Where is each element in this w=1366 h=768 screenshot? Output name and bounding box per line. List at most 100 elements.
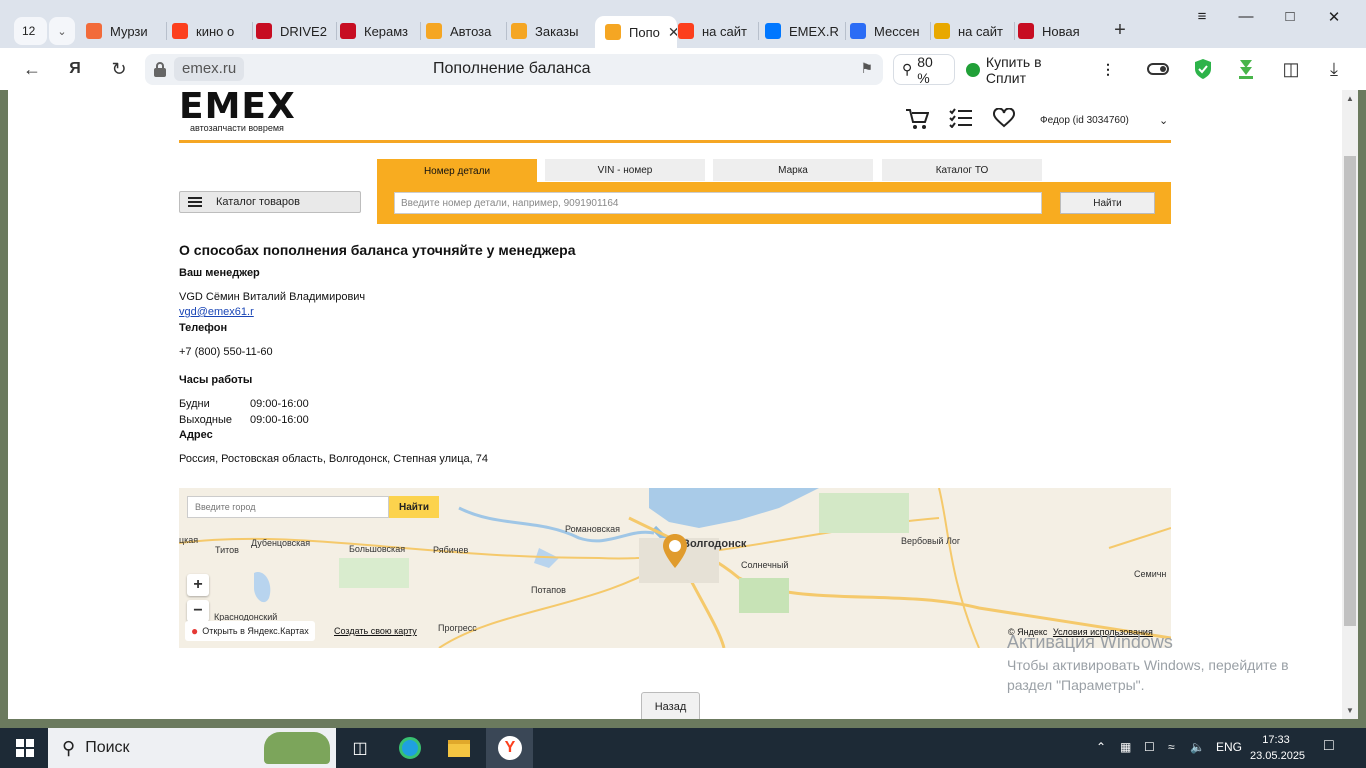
windows-taskbar: ⚲ Поиск ◫ Y ⌃ ▦ ☐ ≈ 🔈 ENG 17:33 23.05.20… — [0, 728, 1366, 768]
yandex-icon — [172, 23, 188, 39]
browser-tab[interactable]: EMEX.R — [765, 17, 841, 45]
tab-brand[interactable]: Марка — [713, 159, 873, 181]
page-heading: О способах пополнения баланса уточняйте … — [179, 242, 576, 258]
browser-tab[interactable]: Попо✕ — [595, 16, 677, 48]
zoom-out-button[interactable]: − — [187, 600, 209, 622]
tab-count: 12 — [22, 24, 35, 38]
maximize-icon[interactable]: □ — [1280, 8, 1300, 25]
browser-tab[interactable]: на сайт — [678, 17, 754, 45]
bookmark-icon[interactable]: ⚑ — [860, 60, 873, 77]
close-window-icon[interactable]: ✕ — [1324, 8, 1344, 26]
zoom-in-button[interactable]: + — [187, 574, 209, 596]
scroll-up-icon[interactable]: ▲ — [1346, 94, 1354, 103]
browser-tab[interactable]: на сайт — [934, 17, 1010, 45]
browser-tab[interactable]: кино о — [172, 17, 248, 45]
network-icon[interactable]: ▦ — [1120, 740, 1131, 754]
user-name[interactable]: Федор (id 3034760) — [1040, 115, 1129, 126]
wifi-icon[interactable]: ≈ — [1168, 740, 1175, 754]
emex-logo[interactable]: EMEX автозапчасти вовремя — [179, 90, 296, 133]
file-explorer-icon[interactable] — [447, 736, 471, 760]
address-bar[interactable]: emex.ru Пополнение баланса ⚑ — [145, 54, 883, 85]
emex-icon — [605, 24, 621, 40]
phone-number: +7 (800) 550-11-60 — [179, 346, 273, 358]
download-manager-icon[interactable] — [1233, 56, 1259, 82]
back-arrow-icon[interactable]: ← — [19, 56, 45, 82]
browser-tab-label: Керамз — [364, 24, 408, 39]
zoom-button[interactable]: ⚲ 80 % — [893, 54, 955, 85]
scroll-down-icon[interactable]: ▼ — [1346, 706, 1354, 715]
scroll-thumb[interactable] — [1344, 156, 1356, 626]
task-view-icon[interactable]: ◫ — [348, 736, 372, 760]
zoom-level: 80 % — [917, 54, 946, 86]
volume-icon[interactable]: 🔈 — [1190, 740, 1205, 754]
browser-tab[interactable]: Новая — [1018, 17, 1094, 45]
drive2-icon — [256, 23, 272, 39]
emex-icon — [426, 23, 442, 39]
hotel-icon — [86, 23, 102, 39]
back-button[interactable]: Назад — [641, 692, 700, 719]
search-button[interactable]: Найти — [1060, 192, 1155, 214]
taskbar-clock[interactable]: 17:33 23.05.2025 — [1250, 732, 1302, 764]
cart-icon[interactable] — [905, 108, 929, 136]
toggle-icon[interactable] — [1145, 56, 1171, 82]
taskbar-search[interactable]: ⚲ Поиск — [48, 728, 336, 768]
page-viewport: EMEX автозапчасти вовремя Федор (id 3034… — [8, 90, 1342, 719]
browser-tab[interactable]: Керамз — [340, 17, 416, 45]
weekend-label: Выходные — [179, 414, 232, 426]
more-icon[interactable]: ⋮ — [1101, 61, 1115, 78]
shield-icon[interactable] — [1190, 56, 1216, 82]
chevron-up-icon[interactable]: ⌃ — [1096, 740, 1106, 754]
extensions-icon[interactable]: ◫ — [1278, 56, 1304, 82]
reload-icon[interactable]: ↻ — [106, 56, 132, 82]
search-panel: Введите номер детали, например, 90919011… — [377, 182, 1171, 224]
browser-tab[interactable]: Мессен — [850, 17, 926, 45]
menu-icon[interactable]: ≡ — [1192, 8, 1212, 25]
tab-vin[interactable]: VIN - номер — [545, 159, 705, 181]
create-map-link[interactable]: Создать свою карту — [334, 626, 417, 636]
manager-label: Ваш менеджер — [179, 267, 260, 279]
browser-tab-label: кино о — [196, 24, 234, 39]
browser-tab-label: DRIVE2 — [280, 24, 327, 39]
page-scrollbar[interactable]: ▲ ▼ — [1342, 90, 1358, 719]
city-search-input[interactable]: Введите город — [187, 496, 389, 518]
notifications-icon[interactable]: □ — [1324, 737, 1334, 755]
weekdays-hours: 09:00-16:00 — [250, 398, 309, 410]
manager-email-link[interactable]: vgd@emex61.r — [179, 306, 254, 318]
turtle-image-icon — [264, 732, 330, 764]
watermark-line1: Чтобы активировать Windows, перейдите в — [1007, 657, 1289, 673]
tab-maintenance-catalog[interactable]: Каталог ТО — [882, 159, 1042, 181]
download-icon[interactable]: ⤓ — [1321, 56, 1347, 82]
tab-count-button[interactable]: 12 ⌄ — [14, 17, 47, 45]
browser-tab[interactable]: Мурзи — [86, 17, 162, 45]
catalog-button[interactable]: Каталог товаров — [179, 191, 361, 213]
edge-icon[interactable] — [398, 736, 422, 760]
minimize-icon[interactable]: — — [1236, 8, 1256, 25]
tab-separator — [506, 22, 507, 40]
tab-part-number[interactable]: Номер детали — [377, 159, 537, 183]
tab-separator — [930, 22, 931, 40]
browser-tab[interactable]: Заказы — [511, 17, 587, 45]
battery-icon[interactable]: ☐ — [1144, 740, 1155, 754]
heart-icon[interactable] — [993, 108, 1015, 134]
part-number-input[interactable]: Введите номер детали, например, 90919011… — [394, 192, 1042, 214]
browser-tab[interactable]: DRIVE2 — [256, 17, 332, 45]
yandex-map[interactable]: Романовская Волгодонск Вербовый Лог Дубе… — [179, 488, 1171, 648]
city-search-button[interactable]: Найти — [389, 496, 439, 518]
yandex-icon[interactable]: Я — [62, 56, 88, 82]
address-domain[interactable]: emex.ru — [174, 57, 244, 81]
browser-tab[interactable]: Автоза — [426, 17, 502, 45]
chevron-down-icon[interactable]: ⌄ — [1159, 114, 1168, 127]
emex-icon — [511, 23, 527, 39]
windows-start-icon[interactable] — [13, 736, 37, 760]
language-indicator[interactable]: ENG — [1216, 740, 1242, 754]
yandex-browser-taskbar-button[interactable]: Y — [486, 728, 533, 768]
chevron-down-icon[interactable]: ⌄ — [49, 17, 75, 45]
new-tab-button[interactable]: + — [1108, 18, 1132, 42]
yandex-browser-icon: Y — [498, 736, 522, 760]
manager-name: VGD Сёмин Виталий Владимирович — [179, 291, 365, 303]
checklist-icon[interactable] — [949, 108, 973, 134]
open-in-yandex-maps-link[interactable]: ● Открыть в Яндекс.Картах — [185, 621, 315, 641]
map-pin-icon[interactable] — [663, 534, 687, 568]
close-tab-icon[interactable]: ✕ — [668, 24, 677, 41]
split-button[interactable]: Купить в Сплит ⋮ — [958, 54, 1123, 85]
